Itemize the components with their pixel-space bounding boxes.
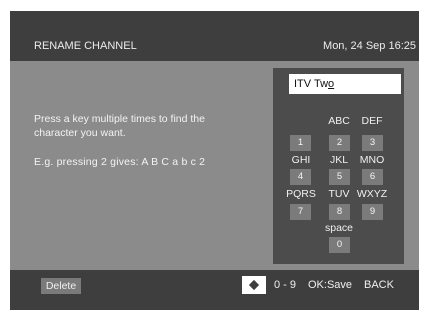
key-label-3: DEF xyxy=(361,115,383,127)
keypad-panel xyxy=(273,68,404,264)
instructions: Press a key multiple times to find the c… xyxy=(34,112,254,140)
key-7[interactable]: 7 xyxy=(290,204,311,220)
name-text: ITV Tw xyxy=(294,78,329,90)
delete-button[interactable]: Delete xyxy=(41,278,81,294)
key-0[interactable]: 0 xyxy=(329,237,350,253)
key-6[interactable]: 6 xyxy=(362,169,383,185)
header-bar xyxy=(10,11,419,61)
key-1[interactable]: 1 xyxy=(290,135,311,151)
back-hint[interactable]: BACK xyxy=(364,279,394,291)
key-9[interactable]: 9 xyxy=(362,204,383,220)
key-label-4: GHI xyxy=(291,154,311,166)
key-label-9: WXYZ xyxy=(356,188,388,200)
cursor-char: o xyxy=(328,78,335,90)
instruction-example: E.g. pressing 2 gives: A B C a b c 2 xyxy=(34,156,206,168)
rename-channel-screen: RENAME CHANNEL Mon, 24 Sep 16:25 Press a… xyxy=(0,0,427,322)
key-4[interactable]: 4 xyxy=(290,169,311,185)
key-label-7: PQRS xyxy=(286,188,316,200)
key-label-6: MNO xyxy=(359,154,385,166)
instruction-line-2: character you want. xyxy=(34,127,126,139)
page-title: RENAME CHANNEL xyxy=(34,40,137,52)
navigation-diamond-icon xyxy=(242,276,266,294)
channel-name-field[interactable]: ITV Two xyxy=(289,74,401,94)
key-label-0: space xyxy=(324,222,354,234)
instruction-line-1: Press a key multiple times to find the xyxy=(34,113,205,125)
digits-hint: 0 - 9 xyxy=(274,279,297,291)
key-8[interactable]: 8 xyxy=(329,204,350,220)
date-time: Mon, 24 Sep 16:25 xyxy=(323,40,416,52)
key-3[interactable]: 3 xyxy=(362,135,383,151)
key-5[interactable]: 5 xyxy=(329,169,350,185)
save-hint[interactable]: OK:Save xyxy=(308,279,352,291)
key-2[interactable]: 2 xyxy=(329,135,350,151)
